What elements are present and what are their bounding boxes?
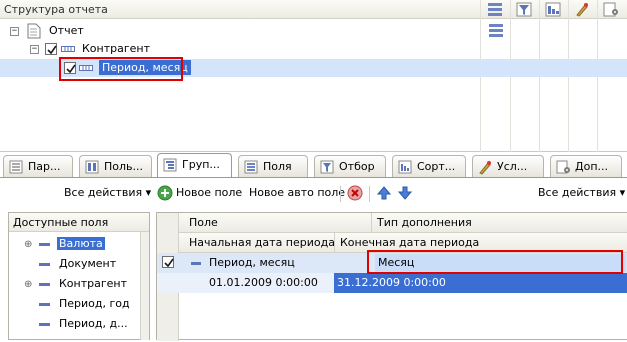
fields-column-icon[interactable]: [487, 2, 503, 17]
available-field-label: Документ: [59, 257, 117, 270]
tab-label: Доп...: [575, 160, 609, 173]
tab-label: Усл...: [497, 160, 528, 173]
field-icon: [39, 303, 50, 306]
report-structure-header: Структура отчета: [0, 0, 627, 19]
tab-parameters[interactable]: Пар...: [3, 155, 73, 178]
tab-label: Груп...: [182, 158, 220, 171]
available-field-item[interactable]: Документ: [9, 254, 139, 274]
all-actions-right-button[interactable]: Все действия ▾: [538, 186, 625, 199]
field-icon: [39, 243, 50, 246]
grid-field-value: Период, месяц: [209, 256, 295, 269]
available-field-label: Период, д...: [59, 317, 128, 330]
settings-column-icon[interactable]: [603, 2, 619, 17]
column-header-field[interactable]: Поле: [189, 216, 218, 229]
tree-item-label: Отчет: [49, 24, 84, 37]
counterparty-checkbox[interactable]: [45, 43, 57, 55]
sort-icon: [398, 160, 412, 174]
expand-icon[interactable]: ⊕: [24, 279, 32, 290]
available-field-item[interactable]: ⊕ Контрагент: [9, 274, 139, 294]
available-field-label: Валюта: [57, 237, 105, 250]
tab-label: Сорт...: [417, 160, 456, 173]
available-field-label: Период, год: [59, 297, 130, 310]
tree-item-label: Контрагент: [82, 42, 151, 55]
tab-label: Поля: [263, 160, 292, 173]
table-row[interactable]: 01.01.2009 0:00:00 31.12.2009 0:00:00: [157, 273, 627, 293]
tab-sort[interactable]: Сорт...: [392, 155, 466, 178]
grouping-fields-table: Поле Тип дополнения Начальная дата перио…: [156, 212, 627, 341]
conditional-format-column-icon[interactable]: [574, 2, 590, 17]
add-icon[interactable]: [157, 185, 173, 201]
settings-tabs: Пар... Поль... Груп... Поля Отбор Сорт..…: [0, 152, 627, 179]
available-fields-list: Доступные поля ⊕ Валюта Документ ⊕ Контр…: [8, 212, 150, 340]
row-checkbox[interactable]: [162, 256, 174, 268]
conditional-format-icon: [479, 161, 491, 175]
field-icon: [191, 262, 201, 265]
available-fields-scrollbar[interactable]: [140, 232, 149, 340]
available-field-item[interactable]: ⊕ Валюта: [9, 234, 139, 254]
available-field-label: Контрагент: [59, 277, 128, 290]
report-document-icon: [27, 23, 41, 39]
tab-label: Отбор: [339, 160, 375, 173]
report-structure-title: Структура отчета: [4, 3, 108, 16]
grouping-icon: [61, 46, 75, 52]
tab-fields[interactable]: Поля: [238, 155, 308, 178]
table-header-row: Поле Тип дополнения: [157, 213, 627, 233]
fields-marker-icon: [489, 24, 503, 37]
field-icon: [39, 283, 50, 286]
tab-conditional-format[interactable]: Усл...: [472, 155, 544, 178]
expand-icon[interactable]: ⊕: [24, 239, 32, 250]
tab-groupings[interactable]: Груп...: [157, 153, 232, 179]
move-up-icon[interactable]: [376, 185, 392, 201]
collapse-icon[interactable]: −: [30, 45, 39, 54]
filter-icon: [320, 160, 334, 174]
order-column-icon[interactable]: [545, 2, 561, 17]
grid-end-date-value[interactable]: 31.12.2009 0:00:00: [337, 276, 446, 289]
available-field-item[interactable]: Период, д...: [9, 314, 139, 334]
column-header-start-date[interactable]: Начальная дата периода: [189, 236, 335, 249]
grid-start-date-value[interactable]: 01.01.2009 0:00:00: [209, 276, 318, 289]
groupings-panel: Все действия ▾ Новое поле Новое авто пол…: [0, 177, 627, 342]
tab-label: Пар...: [28, 160, 61, 173]
move-down-icon[interactable]: [397, 185, 413, 201]
column-header-addition-type[interactable]: Тип дополнения: [377, 216, 472, 229]
available-fields-header: Доступные поля: [9, 213, 149, 232]
column-header-end-date[interactable]: Конечная дата периода: [340, 236, 479, 249]
available-field-item[interactable]: Период, год: [9, 294, 139, 314]
all-actions-left-button[interactable]: Все действия ▾: [64, 186, 151, 199]
filter-column-icon[interactable]: [516, 2, 532, 17]
tree-item-counterparty[interactable]: − Контрагент: [0, 40, 480, 58]
delete-icon[interactable]: [347, 185, 363, 201]
field-icon: [39, 263, 50, 266]
new-field-button[interactable]: Новое поле: [176, 186, 242, 199]
tab-filter[interactable]: Отбор: [314, 155, 386, 178]
tab-user-fields[interactable]: Поль...: [79, 155, 152, 178]
report-structure-panel: Структура отчета − Отчет − Контрагент Пе…: [0, 0, 627, 152]
new-auto-field-button[interactable]: Новое авто поле: [249, 186, 345, 199]
user-fields-icon: [85, 160, 99, 174]
groupings-icon: [163, 158, 177, 172]
tab-additional[interactable]: Доп...: [550, 155, 622, 178]
fields-icon: [244, 160, 258, 174]
highlight-frame: [367, 250, 623, 274]
collapse-icon[interactable]: −: [10, 27, 19, 36]
parameters-icon: [9, 160, 23, 174]
tree-item-report[interactable]: − Отчет: [0, 22, 480, 40]
additional-settings-icon: [556, 160, 570, 174]
field-icon: [39, 323, 50, 326]
highlight-frame: [59, 57, 183, 81]
tab-label: Поль...: [104, 160, 144, 173]
